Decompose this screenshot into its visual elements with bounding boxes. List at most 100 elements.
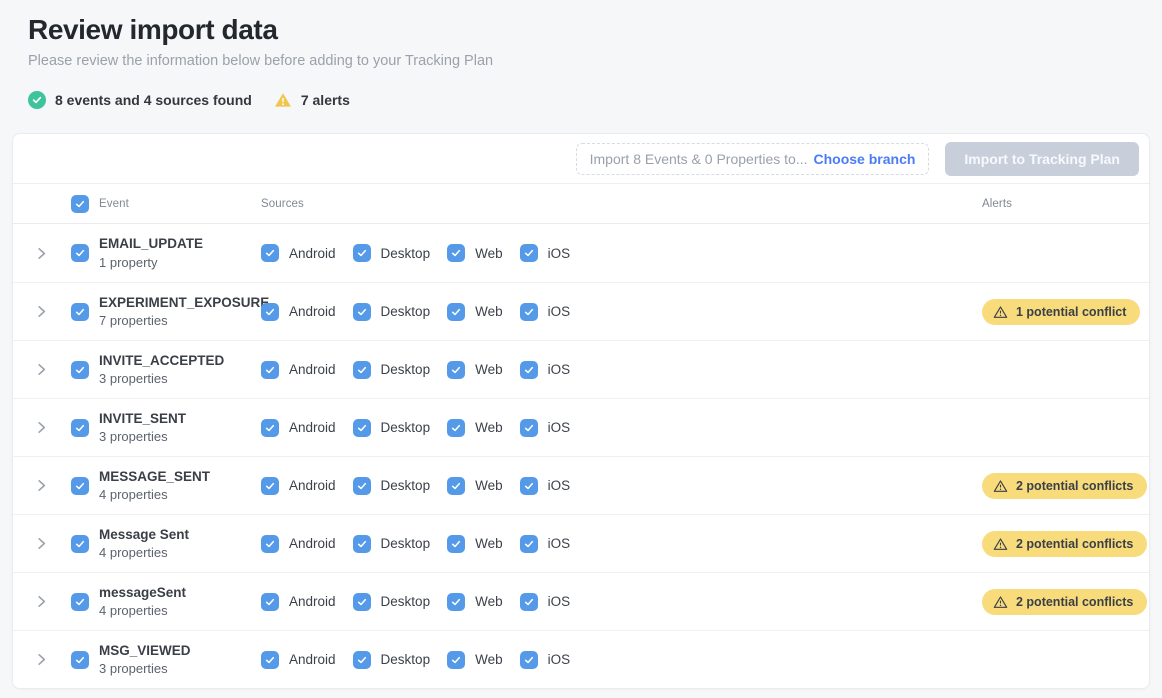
source-toggle[interactable]: Web xyxy=(447,593,503,611)
source-checkbox[interactable] xyxy=(353,651,371,669)
source-label: iOS xyxy=(548,536,571,551)
source-toggle[interactable]: Desktop xyxy=(353,651,431,669)
row-checkbox[interactable] xyxy=(71,477,89,495)
source-checkbox[interactable] xyxy=(353,535,371,553)
select-all-checkbox[interactable] xyxy=(71,195,89,213)
source-toggle[interactable]: Android xyxy=(261,593,336,611)
source-checkbox[interactable] xyxy=(520,244,538,262)
alert-badge[interactable]: 2 potential conflicts xyxy=(982,473,1147,499)
alert-badge[interactable]: 2 potential conflicts xyxy=(982,531,1147,557)
source-checkbox[interactable] xyxy=(261,651,279,669)
source-toggle[interactable]: Desktop xyxy=(353,244,431,262)
table-header: Event Sources Alerts xyxy=(13,184,1149,224)
source-checkbox[interactable] xyxy=(261,535,279,553)
source-toggle[interactable]: Web xyxy=(447,535,503,553)
source-toggle[interactable]: Web xyxy=(447,244,503,262)
row-checkbox[interactable] xyxy=(71,303,89,321)
source-checkbox[interactable] xyxy=(520,419,538,437)
source-toggle[interactable]: Desktop xyxy=(353,535,431,553)
source-toggle[interactable]: iOS xyxy=(520,361,571,379)
source-toggle[interactable]: Desktop xyxy=(353,419,431,437)
source-checkbox[interactable] xyxy=(353,303,371,321)
source-toggle[interactable]: Desktop xyxy=(353,593,431,611)
source-toggle[interactable]: Android xyxy=(261,303,336,321)
alert-badge[interactable]: 1 potential conflict xyxy=(982,299,1140,325)
source-toggle[interactable]: Android xyxy=(261,651,336,669)
event-rows: EMAIL_UPDATE 1 property Android Desktop … xyxy=(13,224,1149,688)
expand-row-button[interactable] xyxy=(27,298,55,326)
source-checkbox[interactable] xyxy=(353,477,371,495)
source-toggle[interactable]: Web xyxy=(447,419,503,437)
row-checkbox[interactable] xyxy=(71,535,89,553)
event-properties-count: 4 properties xyxy=(99,545,251,560)
row-checkbox[interactable] xyxy=(71,419,89,437)
source-checkbox[interactable] xyxy=(447,303,465,321)
source-toggle[interactable]: iOS xyxy=(520,303,571,321)
row-checkbox[interactable] xyxy=(71,593,89,611)
alerts-status: 7 alerts xyxy=(274,92,350,108)
source-toggle[interactable]: Desktop xyxy=(353,303,431,321)
source-checkbox[interactable] xyxy=(261,361,279,379)
expand-row-button[interactable] xyxy=(27,530,55,558)
source-checkbox[interactable] xyxy=(353,361,371,379)
source-toggle[interactable]: Web xyxy=(447,477,503,495)
source-toggle[interactable]: Android xyxy=(261,419,336,437)
source-checkbox[interactable] xyxy=(520,593,538,611)
source-checkbox[interactable] xyxy=(447,535,465,553)
source-toggle[interactable]: iOS xyxy=(520,244,571,262)
source-toggle[interactable]: iOS xyxy=(520,419,571,437)
source-checkbox[interactable] xyxy=(353,419,371,437)
chevron-right-icon xyxy=(34,304,49,319)
expand-row-button[interactable] xyxy=(27,356,55,384)
source-checkbox[interactable] xyxy=(447,361,465,379)
source-checkbox[interactable] xyxy=(520,477,538,495)
choose-branch-link[interactable]: Choose branch xyxy=(814,151,916,167)
source-toggle[interactable]: Android xyxy=(261,244,336,262)
source-toggle[interactable]: Android xyxy=(261,535,336,553)
source-toggle[interactable]: iOS xyxy=(520,651,571,669)
event-properties-count: 3 properties xyxy=(99,371,251,386)
source-label: Desktop xyxy=(381,478,431,493)
source-checkbox[interactable] xyxy=(261,593,279,611)
source-checkbox[interactable] xyxy=(353,244,371,262)
expand-row-button[interactable] xyxy=(27,588,55,616)
sources-column-header: Sources xyxy=(261,198,972,210)
source-checkbox[interactable] xyxy=(520,361,538,379)
source-checkbox[interactable] xyxy=(447,244,465,262)
row-checkbox[interactable] xyxy=(71,244,89,262)
chevron-right-icon xyxy=(34,478,49,493)
expand-row-button[interactable] xyxy=(27,239,55,267)
source-checkbox[interactable] xyxy=(447,651,465,669)
source-toggle[interactable]: Web xyxy=(447,361,503,379)
source-checkbox[interactable] xyxy=(261,244,279,262)
source-toggle[interactable]: Android xyxy=(261,361,336,379)
status-row: 8 events and 4 sources found 7 alerts xyxy=(28,91,1134,109)
source-checkbox[interactable] xyxy=(520,651,538,669)
source-checkbox[interactable] xyxy=(520,303,538,321)
source-checkbox[interactable] xyxy=(353,593,371,611)
source-checkbox[interactable] xyxy=(261,477,279,495)
expand-row-button[interactable] xyxy=(27,646,55,674)
source-checkbox[interactable] xyxy=(261,303,279,321)
row-checkbox[interactable] xyxy=(71,651,89,669)
alert-badge[interactable]: 2 potential conflicts xyxy=(982,589,1147,615)
source-toggle[interactable]: Android xyxy=(261,477,336,495)
alerts-column-header: Alerts xyxy=(982,198,1137,210)
expand-row-button[interactable] xyxy=(27,472,55,500)
source-checkbox[interactable] xyxy=(447,477,465,495)
source-toggle[interactable]: iOS xyxy=(520,535,571,553)
source-checkbox[interactable] xyxy=(447,419,465,437)
source-checkbox[interactable] xyxy=(520,535,538,553)
source-toggle[interactable]: iOS xyxy=(520,477,571,495)
import-to-tracking-plan-button[interactable]: Import to Tracking Plan xyxy=(945,142,1139,176)
source-toggle[interactable]: Web xyxy=(447,651,503,669)
source-toggle[interactable]: iOS xyxy=(520,593,571,611)
source-toggle[interactable]: Desktop xyxy=(353,361,431,379)
branch-picker[interactable]: Import 8 Events & 0 Properties to... Cho… xyxy=(576,143,930,175)
row-checkbox[interactable] xyxy=(71,361,89,379)
source-checkbox[interactable] xyxy=(447,593,465,611)
source-toggle[interactable]: Web xyxy=(447,303,503,321)
expand-row-button[interactable] xyxy=(27,414,55,442)
source-toggle[interactable]: Desktop xyxy=(353,477,431,495)
source-checkbox[interactable] xyxy=(261,419,279,437)
